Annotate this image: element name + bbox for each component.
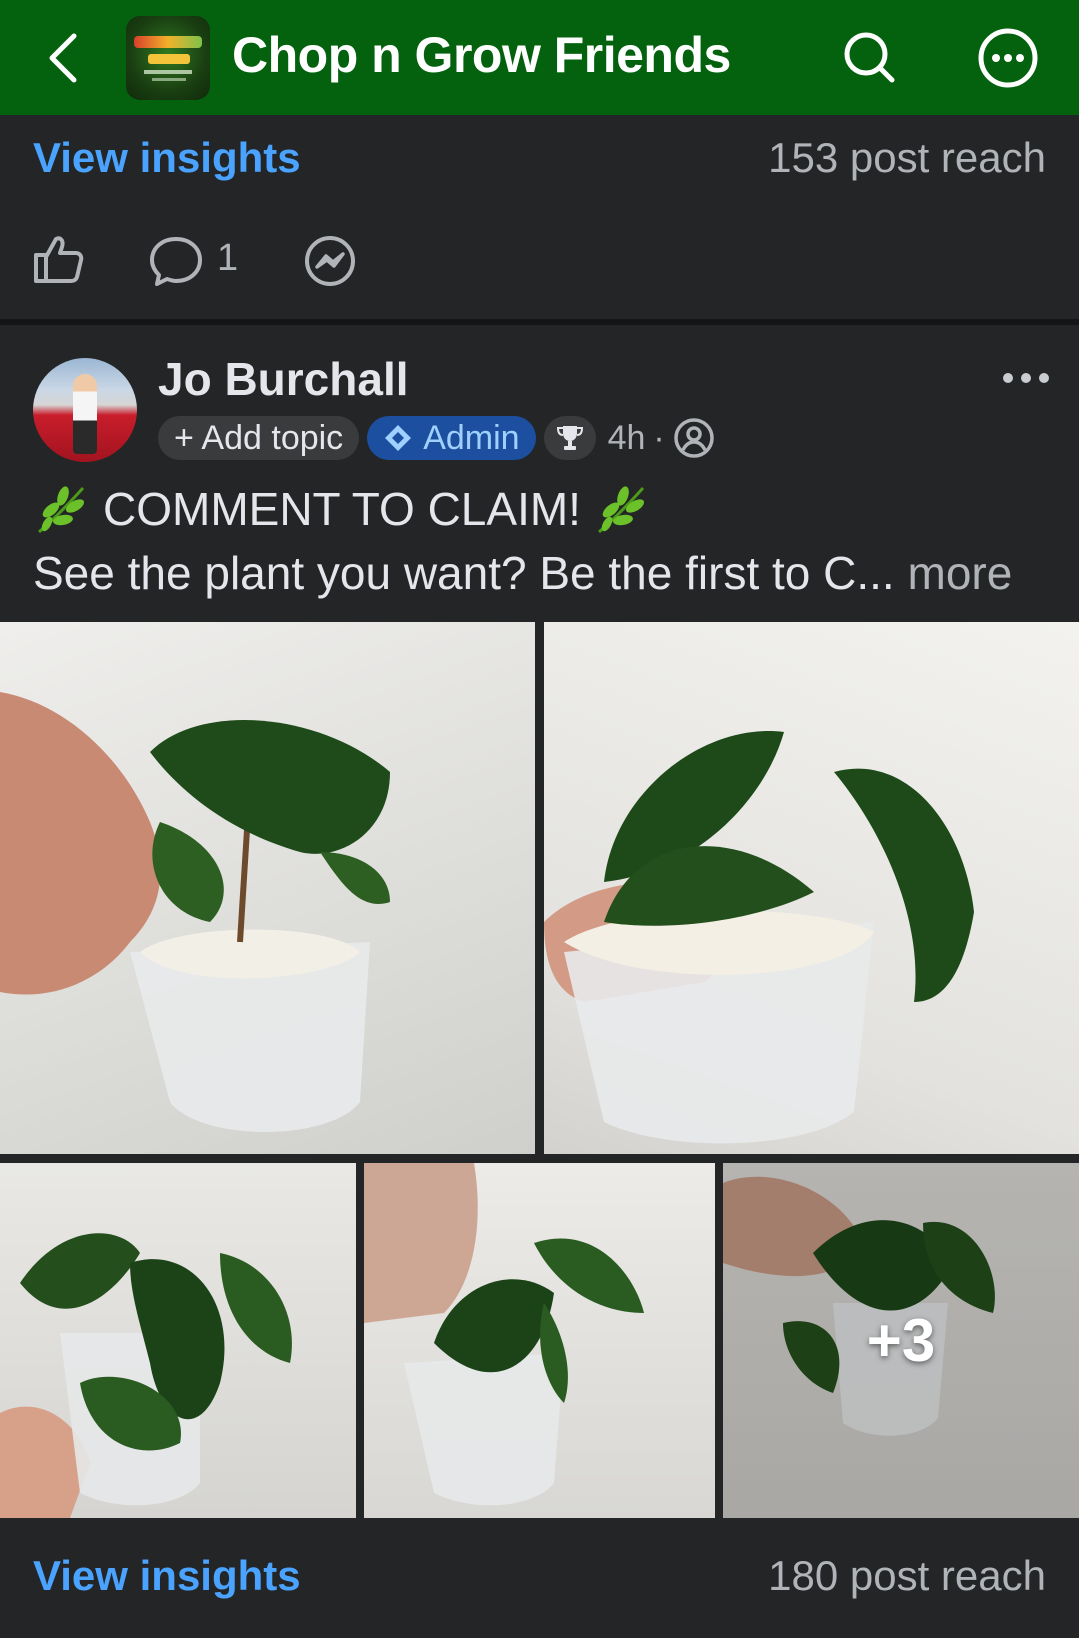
author-name[interactable]: Jo Burchall xyxy=(158,352,409,406)
post-reach-text: 180 post reach xyxy=(768,1552,1046,1599)
post-reach-text: 153 post reach xyxy=(768,134,1046,181)
post-headline: COMMENT TO CLAIM! xyxy=(33,480,651,538)
search-button[interactable] xyxy=(840,28,900,88)
group-logo[interactable] xyxy=(126,16,210,100)
post-insights-row: View insights 180 post reach xyxy=(0,1538,1079,1618)
post-time[interactable]: 4h xyxy=(608,419,646,458)
chevron-left-icon xyxy=(49,33,77,83)
post-body: See the plant you want? Be the first to … xyxy=(33,546,1012,600)
admin-diamond-icon xyxy=(385,425,412,451)
view-insights-link[interactable]: View insights xyxy=(33,134,301,182)
avatar[interactable] xyxy=(33,358,137,462)
search-icon xyxy=(844,32,895,83)
admin-label: Admin xyxy=(423,418,520,457)
meta-separator: · xyxy=(653,418,665,457)
post-photo[interactable] xyxy=(364,1163,715,1518)
trophy-icon xyxy=(556,426,583,450)
more-photos-count[interactable]: +3 xyxy=(723,1163,1079,1518)
post-insights-row: View insights 153 post reach xyxy=(0,120,1079,200)
comment-count: 1 xyxy=(217,237,239,279)
post-photo[interactable] xyxy=(544,622,1079,1154)
post-body-text: See the plant you want? Be the first to … xyxy=(33,547,895,599)
messenger-icon xyxy=(305,236,355,286)
post-photo[interactable] xyxy=(0,622,535,1154)
group-title[interactable]: Chop n Grow Friends xyxy=(232,26,731,84)
post-divider xyxy=(0,319,1079,325)
ellipsis-icon xyxy=(1003,373,1049,383)
like-button[interactable] xyxy=(30,231,86,287)
see-more-link[interactable]: more xyxy=(908,547,1013,599)
post-photo[interactable] xyxy=(0,1163,356,1518)
post-actions-row: 1 xyxy=(0,225,1079,305)
post-options-button[interactable] xyxy=(1000,366,1052,390)
back-button[interactable] xyxy=(40,30,90,86)
herb-emoji-icon xyxy=(597,486,645,534)
view-insights-link[interactable]: View insights xyxy=(33,1552,301,1600)
herb-emoji-icon xyxy=(38,486,85,534)
send-button[interactable] xyxy=(302,233,358,289)
admin-badge[interactable]: Admin xyxy=(367,416,536,460)
post-photo-overflow[interactable]: +3 xyxy=(723,1163,1079,1518)
more-circle-icon xyxy=(978,28,1038,88)
comment-button[interactable] xyxy=(148,233,204,289)
more-options-button[interactable] xyxy=(976,26,1040,90)
comment-bubble-icon xyxy=(150,237,202,286)
thumbs-up-icon xyxy=(34,236,84,283)
group-header: Chop n Grow Friends xyxy=(0,0,1079,115)
trophy-badge[interactable] xyxy=(543,416,596,460)
post-meta-row: + Add topic Admin 4h · xyxy=(158,414,715,462)
members-only-icon xyxy=(673,418,714,458)
post-headline-text: COMMENT TO CLAIM! xyxy=(103,483,581,535)
add-topic-button[interactable]: + Add topic xyxy=(158,416,360,460)
